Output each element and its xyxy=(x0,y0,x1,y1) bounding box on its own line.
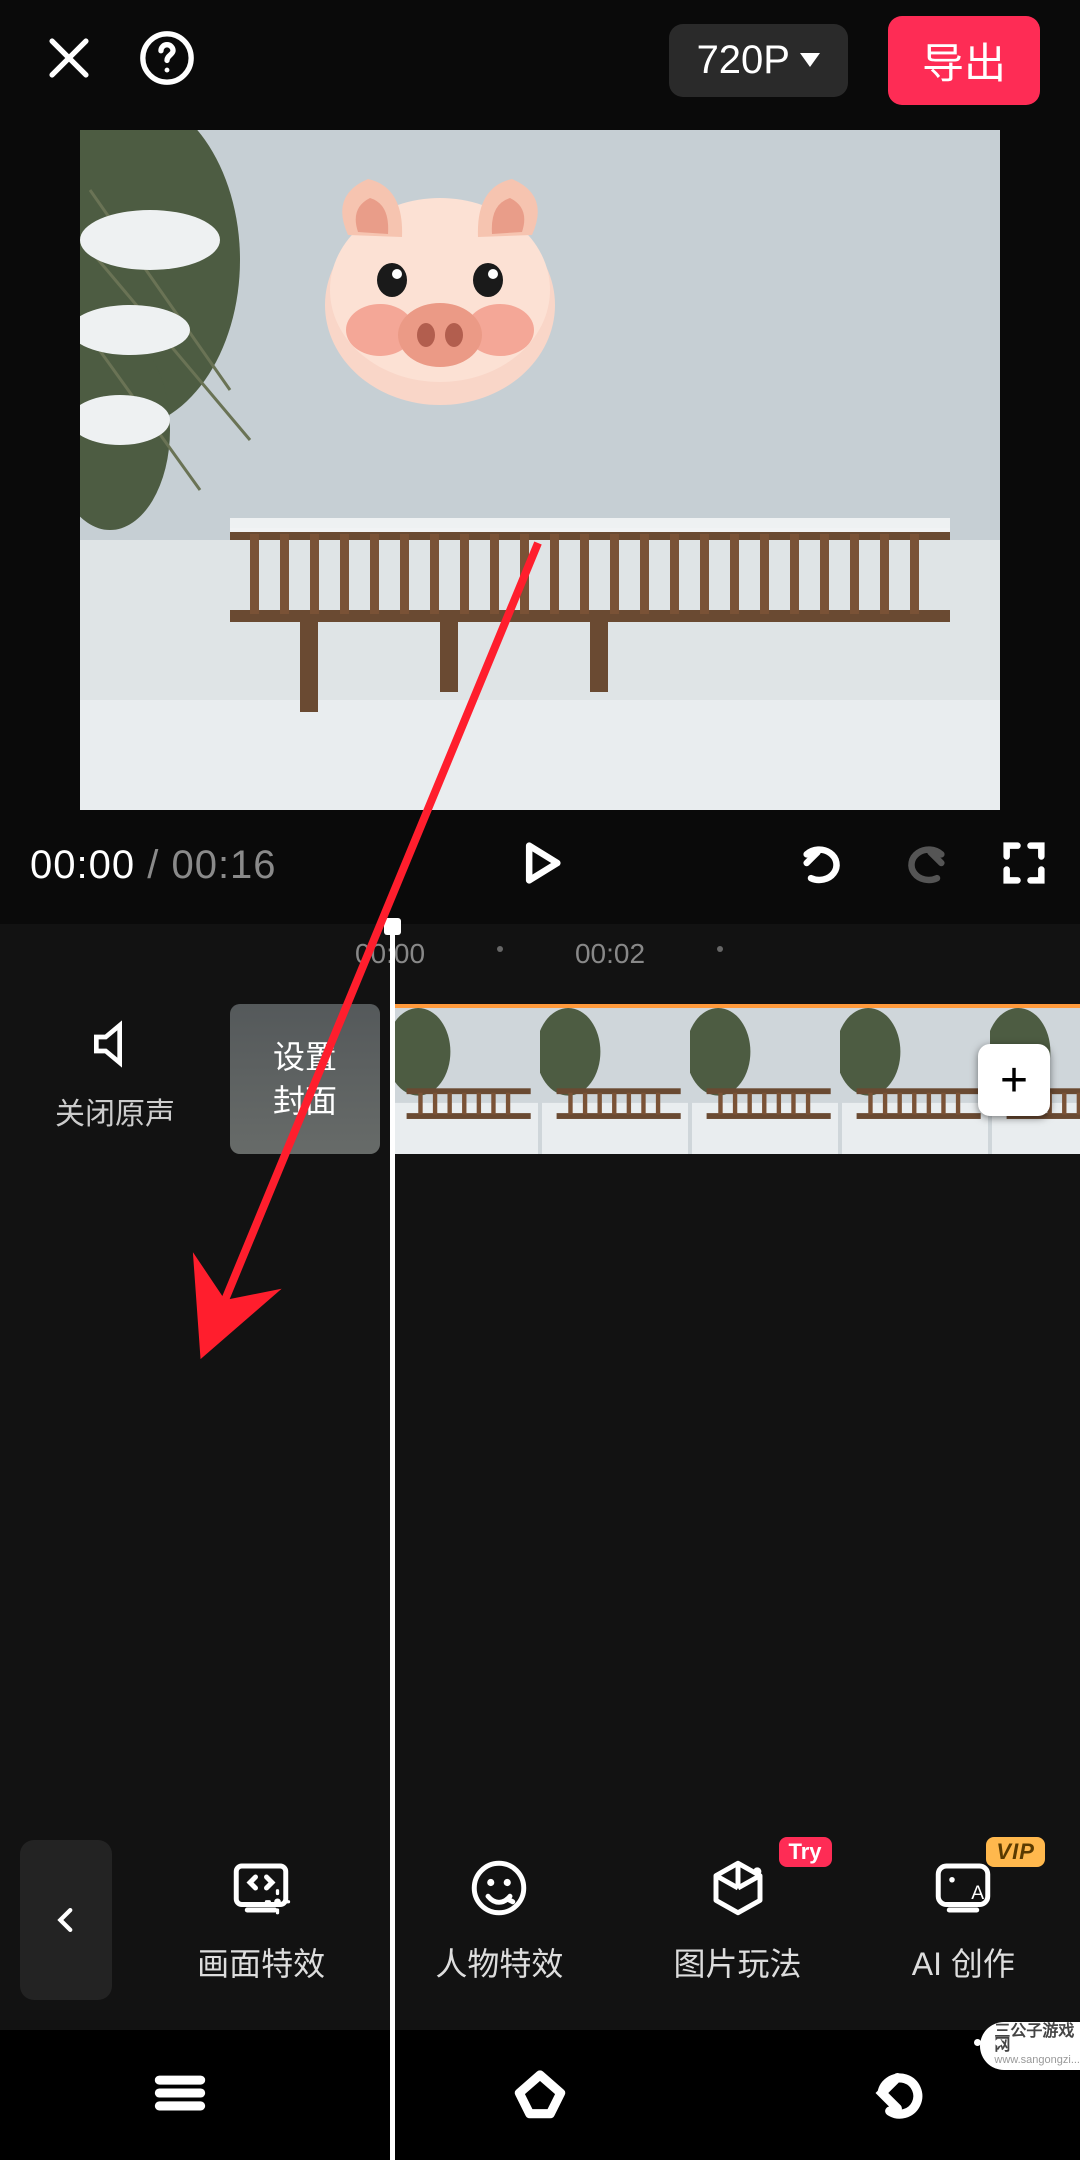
video-clip[interactable] xyxy=(390,1004,1080,1154)
tool-label: 人物特效 xyxy=(435,1939,563,1985)
pig-sticker xyxy=(325,179,555,405)
clip-thumbnail[interactable] xyxy=(840,1008,990,1154)
fullscreen-button[interactable] xyxy=(998,837,1050,894)
chevron-left-icon xyxy=(49,1903,83,1937)
nav-home-button[interactable] xyxy=(509,2062,571,2129)
help-icon[interactable] xyxy=(138,29,196,92)
screen-fx-icon xyxy=(228,1855,294,1921)
toolbar-back-button[interactable] xyxy=(20,1840,112,2000)
track-area: 关闭原声 设置封面 + xyxy=(0,1004,1080,1204)
mute-label: 关闭原声 xyxy=(0,1089,230,1133)
cube-icon xyxy=(705,1855,771,1921)
clip-thumbnail[interactable] xyxy=(390,1008,540,1154)
effects-toolbar: 画面特效人物特效Try图片玩法VIPAIAI 创作 xyxy=(0,1810,1080,2030)
watermark: 三公子游戏网 www.sangongzi... xyxy=(980,2022,1080,2070)
tool-label: AI 创作 xyxy=(912,1939,1015,1985)
ai-icon: AI xyxy=(930,1855,996,1921)
tool-screen-fx[interactable]: 画面特效 xyxy=(197,1855,325,1985)
ruler-tick: 00:02 xyxy=(575,938,645,970)
svg-text:AI: AI xyxy=(972,1883,990,1904)
caret-down-icon xyxy=(800,53,820,67)
nav-menu-button[interactable] xyxy=(149,2062,211,2129)
preview-content xyxy=(80,130,1000,810)
clip-thumbnail[interactable] xyxy=(540,1008,690,1154)
play-button[interactable] xyxy=(514,837,566,894)
top-bar: 720P 导出 xyxy=(0,0,1080,120)
ruler-dot xyxy=(717,946,723,952)
nav-back-button[interactable] xyxy=(869,2062,931,2129)
clip-thumbnail[interactable] xyxy=(690,1008,840,1154)
vip-badge: VIP xyxy=(986,1837,1044,1867)
add-clip-button[interactable]: + xyxy=(978,1044,1050,1116)
face-fx-icon xyxy=(466,1855,532,1921)
set-cover-button[interactable]: 设置封面 xyxy=(230,1004,380,1154)
time-display: 00:00 / 00:16 xyxy=(30,843,277,888)
timeline-ruler: 00:00 00:02 xyxy=(0,924,1080,984)
resolution-button[interactable]: 720P xyxy=(669,24,848,97)
export-button[interactable]: 导出 xyxy=(888,16,1040,105)
try-badge: Try xyxy=(779,1837,832,1867)
ruler-dot xyxy=(497,946,503,952)
resolution-label: 720P xyxy=(697,38,790,83)
tool-face-fx[interactable]: 人物特效 xyxy=(435,1855,563,1985)
tool-cube[interactable]: Try图片玩法 xyxy=(674,1855,802,1985)
current-time: 00:00 xyxy=(30,843,135,887)
undo-button[interactable] xyxy=(798,837,850,894)
redo-button[interactable] xyxy=(898,837,950,894)
tool-label: 图片玩法 xyxy=(674,1939,802,1985)
mute-original-audio[interactable]: 关闭原声 xyxy=(0,1004,230,1133)
transport-bar: 00:00 / 00:16 xyxy=(0,810,1080,920)
tool-label: 画面特效 xyxy=(197,1939,325,1985)
preview-area xyxy=(0,120,1080,810)
system-nav-bar xyxy=(0,2030,1080,2160)
video-preview[interactable] xyxy=(80,130,1000,810)
duration: 00:16 xyxy=(171,843,276,887)
close-icon[interactable] xyxy=(40,29,98,92)
tool-ai[interactable]: VIPAIAI 创作 xyxy=(912,1855,1015,1985)
speaker-icon xyxy=(87,1016,143,1072)
playhead[interactable] xyxy=(390,924,395,2160)
